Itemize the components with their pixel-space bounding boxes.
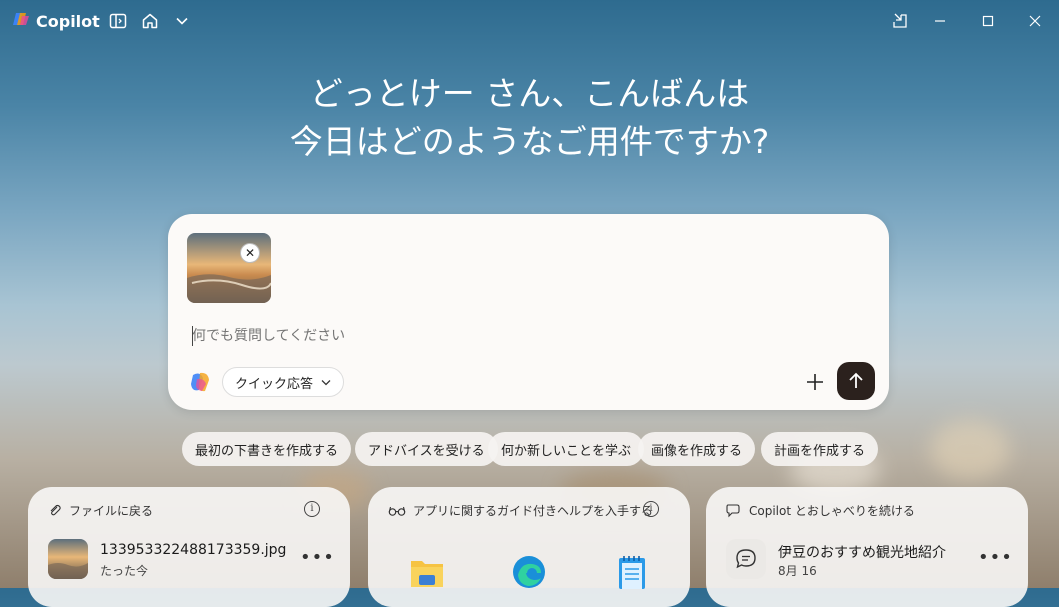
file-name[interactable]: 133953322488173359.jpg xyxy=(100,542,286,558)
response-mode-label: クイック応答 xyxy=(235,376,314,392)
info-icon[interactable]: i xyxy=(643,501,659,517)
attachment-thumbnail[interactable] xyxy=(187,233,271,303)
app-brand: Copilot xyxy=(12,10,100,32)
folder-icon[interactable] xyxy=(410,557,444,591)
conversation-icon-tile xyxy=(726,539,766,579)
card-title: アプリに関するガイド付きヘルプを入手する xyxy=(413,504,654,518)
chevron-down-icon xyxy=(176,17,188,25)
suggestion-chip[interactable]: 最初の下書きを作成する xyxy=(182,432,352,466)
menu-dropdown-button[interactable] xyxy=(171,10,193,32)
remove-attachment-button[interactable]: ✕ xyxy=(240,243,260,263)
chat-bubble-icon xyxy=(736,549,756,569)
more-icon[interactable]: ••• xyxy=(300,547,335,568)
card-header: ファイルに戻る xyxy=(48,502,153,519)
home-button[interactable] xyxy=(139,10,161,32)
close-button[interactable] xyxy=(1020,8,1050,34)
guided-help-card: アプリに関するガイド付きヘルプを入手する i xyxy=(368,487,690,607)
greeting-line-2: 今日はどのようなご用件ですか? xyxy=(289,122,770,161)
card-header: アプリに関するガイド付きヘルプを入手する xyxy=(388,502,653,519)
maximize-button[interactable] xyxy=(973,8,1003,34)
edge-icon[interactable] xyxy=(512,555,546,593)
conversation-date: 8月 16 xyxy=(778,564,817,578)
copilot-logo-icon xyxy=(12,10,30,32)
suggestion-chips: 最初の下書きを作成する アドバイスを受ける 何か新しいことを学ぶ 画像を作成する… xyxy=(0,432,1059,466)
close-icon xyxy=(1029,15,1041,27)
app-name: Copilot xyxy=(36,11,100,31)
home-icon xyxy=(142,13,158,29)
restore-pane-button[interactable] xyxy=(885,8,915,34)
title-bar: Copilot xyxy=(0,0,1059,42)
file-thumbnail[interactable] xyxy=(48,539,88,579)
suggestion-chip[interactable]: 何か新しいことを学ぶ xyxy=(488,432,645,466)
card-title: Copilot とおしゃべりを続ける xyxy=(749,504,915,518)
sidebar-toggle-icon xyxy=(109,13,127,29)
notepad-icon[interactable] xyxy=(618,555,646,593)
composer: ✕ クイック応答 xyxy=(168,214,889,410)
card-title: ファイルに戻る xyxy=(69,504,154,518)
card-header: Copilot とおしゃべりを続ける xyxy=(726,502,915,519)
conversation-title[interactable]: 伊豆のおすすめ観光地紹介 xyxy=(778,542,946,562)
paperclip-icon xyxy=(50,504,61,515)
add-attachment-button[interactable] xyxy=(802,369,828,395)
send-arrow-icon xyxy=(849,372,863,388)
response-mode-dropdown[interactable]: クイック応答 xyxy=(222,367,345,397)
chevron-down-icon xyxy=(321,379,331,385)
minimize-icon xyxy=(935,20,945,22)
prompt-input[interactable] xyxy=(192,325,792,347)
send-button[interactable] xyxy=(837,362,875,400)
sidebar-toggle-button[interactable] xyxy=(107,10,129,32)
maximize-icon xyxy=(982,15,994,27)
suggestion-chip[interactable]: 計画を作成する xyxy=(761,432,879,466)
more-icon[interactable]: ••• xyxy=(978,547,1013,568)
chat-bubble-icon xyxy=(726,504,740,518)
suggestion-chip[interactable]: 画像を作成する xyxy=(638,432,756,466)
file-time: たった今 xyxy=(100,564,149,578)
greeting: どっとけー さん、こんばんは 今日はどのようなご用件ですか? xyxy=(0,70,1059,166)
recent-files-card: ファイルに戻る i 133953322488173359.jpg たった今 ••… xyxy=(28,487,350,607)
suggestion-chip[interactable]: アドバイスを受ける xyxy=(355,432,498,466)
text-caret xyxy=(192,326,193,346)
restore-pane-icon xyxy=(893,13,907,28)
info-icon[interactable]: i xyxy=(304,501,320,517)
minimize-button[interactable] xyxy=(925,8,955,34)
glasses-icon xyxy=(388,506,406,516)
greeting-line-1: どっとけー さん、こんばんは xyxy=(309,74,750,113)
copilot-logo-icon xyxy=(188,370,212,394)
continue-chat-card: Copilot とおしゃべりを続ける 伊豆のおすすめ観光地紹介 8月 16 ••… xyxy=(706,487,1028,607)
plus-icon xyxy=(807,374,823,390)
